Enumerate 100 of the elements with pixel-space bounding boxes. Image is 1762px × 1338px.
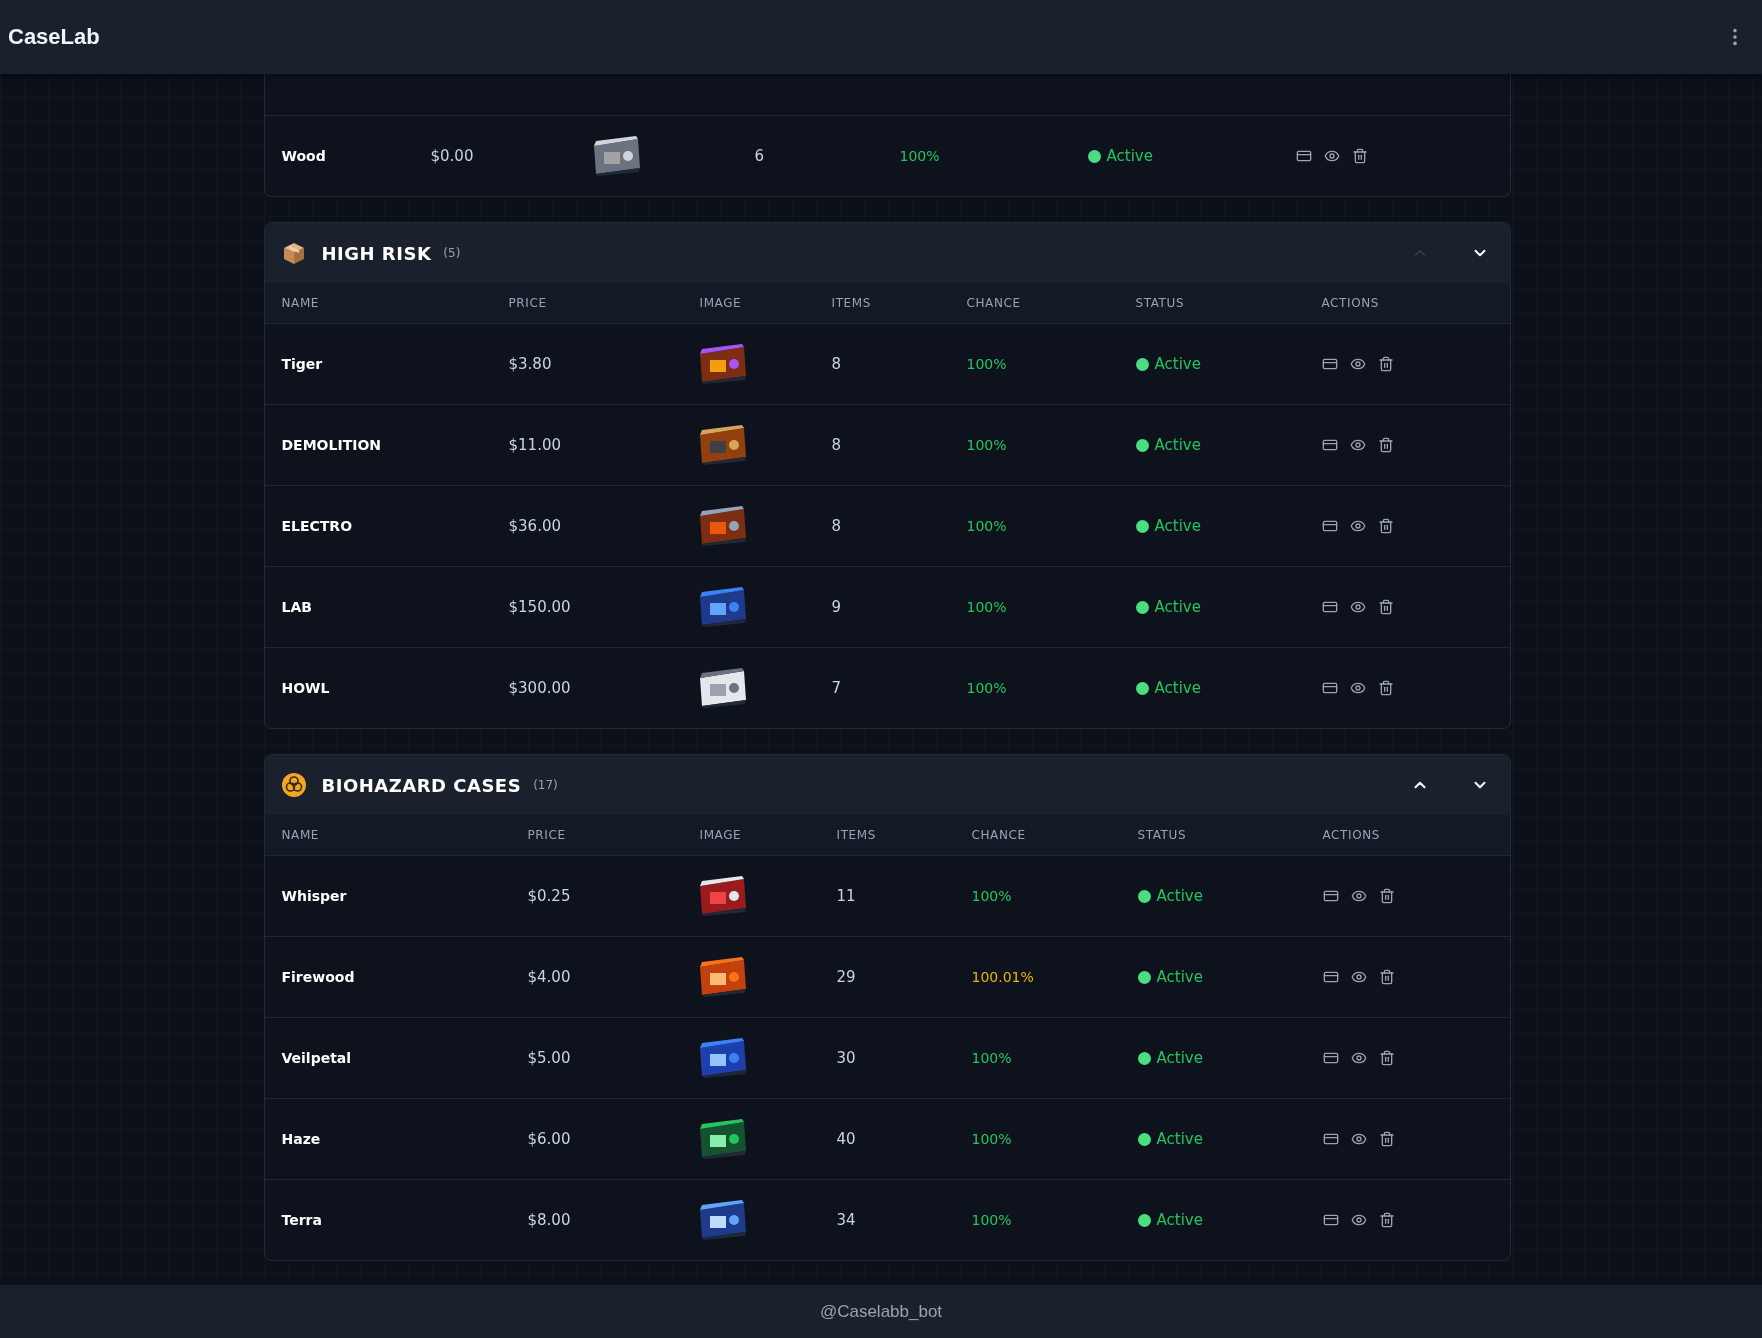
column-header: PRICE (508, 296, 548, 310)
trash-icon[interactable] (1377, 437, 1394, 453)
status-label: Active (1154, 436, 1201, 454)
column-header: IMAGE (699, 296, 743, 310)
item-count: 9 (831, 598, 843, 616)
column-header: STATUS (1135, 296, 1186, 310)
item-count: 8 (831, 355, 843, 373)
case-name: Tiger (281, 356, 324, 372)
chance-value: 100% (971, 1212, 1013, 1228)
trash-icon[interactable] (1378, 1050, 1395, 1066)
item-count: 11 (836, 887, 857, 905)
case-price: $0.00 (430, 147, 475, 165)
trash-icon[interactable] (1351, 148, 1368, 164)
chance-value: 100% (971, 1131, 1013, 1147)
status-label: Active (1154, 517, 1201, 535)
card-icon[interactable] (1321, 356, 1338, 372)
column-header: ITEMS (831, 296, 872, 310)
eye-icon[interactable] (1323, 148, 1340, 164)
case-name: LAB (281, 599, 313, 615)
section-title: BIOHAZARD CASES (321, 774, 522, 796)
case-name: DEMOLITION (281, 437, 383, 453)
case-price: $36.00 (508, 517, 562, 535)
card-icon[interactable] (1321, 599, 1338, 615)
trash-icon[interactable] (1378, 888, 1395, 904)
status-label: Active (1154, 679, 1201, 697)
case-name: Terra (281, 1212, 323, 1228)
item-count: 29 (836, 968, 857, 986)
column-header: ACTIONS (1322, 828, 1381, 842)
card-icon[interactable] (1322, 1131, 1339, 1147)
eye-icon[interactable] (1349, 680, 1366, 696)
item-count: 7 (831, 679, 843, 697)
case-price: $6.00 (527, 1130, 572, 1148)
item-count: 34 (836, 1211, 857, 1229)
case-price: $300.00 (508, 679, 572, 697)
eye-icon[interactable] (1349, 437, 1366, 453)
trash-icon[interactable] (1378, 1212, 1395, 1228)
eye-icon[interactable] (1349, 518, 1366, 534)
case-name: Whisper (281, 888, 348, 904)
chance-value: 100% (971, 888, 1013, 904)
chance-value: 100% (966, 680, 1008, 696)
app-title: CaseLab (8, 24, 100, 50)
card-icon[interactable] (1322, 1050, 1339, 1066)
bot-handle: @Caselabb_bot (819, 1301, 943, 1322)
card-icon[interactable] (1322, 888, 1339, 904)
section-count: (5) (443, 246, 461, 260)
item-count: 8 (831, 517, 843, 535)
column-header: NAME (281, 296, 321, 310)
eye-icon[interactable] (1349, 599, 1366, 615)
case-price: $4.00 (527, 968, 572, 986)
column-header: CHANCE (966, 296, 1022, 310)
case-price: $150.00 (508, 598, 572, 616)
eye-icon[interactable] (1350, 1131, 1367, 1147)
trash-icon[interactable] (1377, 599, 1394, 615)
status-label: Active (1154, 355, 1201, 373)
status-label: Active (1156, 887, 1203, 905)
card-icon[interactable] (1321, 518, 1338, 534)
case-price: $3.80 (508, 355, 553, 373)
case-price: $0.25 (527, 887, 572, 905)
column-header: ACTIONS (1321, 296, 1380, 310)
chance-value: 100% (966, 599, 1008, 615)
status-label: Active (1154, 598, 1201, 616)
eye-icon[interactable] (1349, 356, 1366, 372)
card-icon[interactable] (1321, 680, 1338, 696)
item-count: 40 (836, 1130, 857, 1148)
status-label: Active (1156, 1211, 1203, 1229)
card-icon[interactable] (1321, 437, 1338, 453)
trash-icon[interactable] (1378, 1131, 1395, 1147)
column-header: NAME (281, 828, 321, 842)
item-count: 8 (831, 436, 843, 454)
trash-icon[interactable] (1377, 680, 1394, 696)
item-count: 30 (836, 1049, 857, 1067)
trash-icon[interactable] (1377, 356, 1394, 372)
section-title: HIGH RISK (321, 242, 432, 264)
card-icon[interactable] (1322, 1212, 1339, 1228)
chance-value: 100.01% (971, 969, 1035, 985)
case-name: Veilpetal (281, 1050, 353, 1066)
eye-icon[interactable] (1350, 1212, 1367, 1228)
trash-icon[interactable] (1378, 969, 1395, 985)
case-price: $5.00 (527, 1049, 572, 1067)
trash-icon[interactable] (1377, 518, 1394, 534)
column-header: CHANCE (971, 828, 1027, 842)
column-header: IMAGE (699, 828, 743, 842)
card-icon[interactable] (1322, 969, 1339, 985)
chance-value: 100% (899, 148, 941, 164)
eye-icon[interactable] (1350, 1050, 1367, 1066)
case-name: ELECTRO (281, 518, 354, 534)
case-price: $8.00 (527, 1211, 572, 1229)
case-price: $11.00 (508, 436, 562, 454)
eye-icon[interactable] (1350, 888, 1367, 904)
card-icon[interactable] (1295, 148, 1312, 164)
biohazard-icon (281, 773, 306, 797)
status-label: Active (1156, 1130, 1203, 1148)
case-name: HOWL (281, 680, 331, 696)
case-name: Firewood (281, 969, 356, 985)
case-name: Haze (281, 1131, 322, 1147)
eye-icon[interactable] (1350, 969, 1367, 985)
chance-value: 100% (966, 437, 1008, 453)
item-count: 6 (754, 147, 766, 165)
status-label: Active (1156, 968, 1203, 986)
chance-value: 100% (966, 356, 1008, 372)
